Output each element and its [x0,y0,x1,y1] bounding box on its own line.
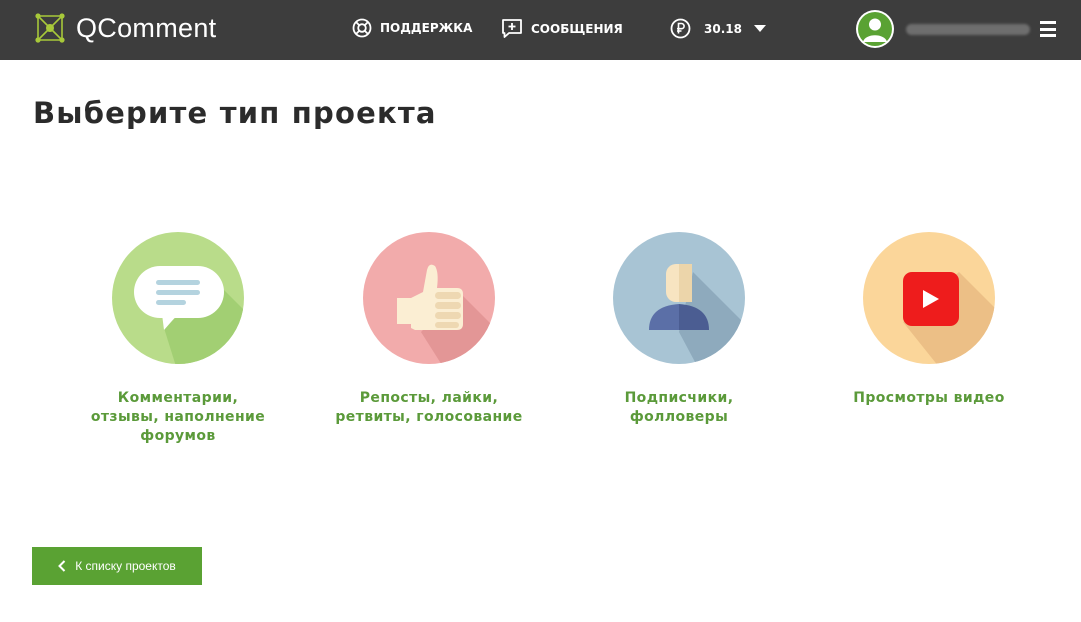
project-type-label: Просмотры видео [853,390,1005,406]
project-type-followers[interactable]: Подписчики, фолловеры [569,232,789,427]
project-type-label: Репосты, лайки, ретвиты, голосование [335,390,523,425]
avatar[interactable] [856,10,894,48]
project-type-reposts[interactable]: Репосты, лайки, ретвиты, голосование [319,232,539,427]
thumbs-up-icon [363,232,495,364]
youtube-icon [863,232,995,364]
ruble-icon [670,18,691,39]
project-type-video-views[interactable]: Просмотры видео [819,232,1039,408]
support-link[interactable]: ПОДДЕРЖКА [352,18,472,38]
logo-icon [35,13,65,43]
page-title: Выберите тип проекта [33,96,437,130]
project-type-label: Комментарии, отзывы, наполнение форумов [90,390,266,444]
chevron-left-icon [58,560,66,572]
user-icon [858,12,892,46]
balance-value: 30.18 [704,21,742,36]
logo-text: QComment [76,12,217,43]
message-plus-icon [502,19,522,38]
lifebuoy-icon [352,18,372,38]
chevron-down-icon [753,25,766,32]
messages-link[interactable]: СООБЩЕНИЯ [501,18,623,39]
back-to-projects-button[interactable]: К списку проектов [32,547,202,585]
balance-dropdown[interactable]: 30.18 [670,18,766,39]
username-redacted[interactable] [906,24,1030,35]
comment-icon [112,232,244,364]
project-type-label: Подписчики, фолловеры [624,390,734,425]
back-button-label: К списку проектов [75,559,176,573]
menu-icon[interactable] [1040,21,1056,37]
person-icon [613,232,745,364]
support-label: ПОДДЕРЖКА [380,21,473,35]
project-type-comments[interactable]: Комментарии, отзывы, наполнение форумов [68,232,288,446]
messages-label: СООБЩЕНИЯ [531,21,623,36]
logo[interactable]: QComment [32,10,216,46]
top-bar: QComment ПОДДЕРЖКА СООБЩЕНИЯ 30.18 [0,0,1081,60]
